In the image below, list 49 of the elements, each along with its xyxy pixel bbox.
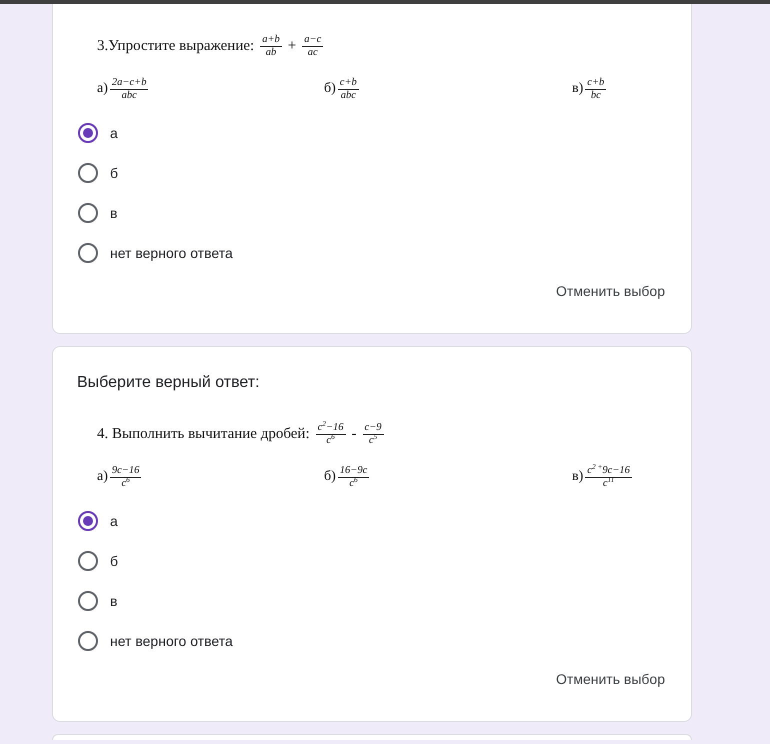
fraction-numerator: a−c bbox=[303, 34, 322, 46]
fraction-denominator: c$^{6}$ bbox=[316, 434, 346, 446]
option-label[interactable]: а bbox=[110, 511, 118, 531]
math-operator: + bbox=[288, 37, 296, 55]
fraction-denominator: c$^{6}$ bbox=[338, 476, 370, 490]
option-label[interactable]: б bbox=[110, 551, 118, 571]
fraction-denominator: abc bbox=[110, 88, 148, 102]
problem-text: 3.Упростите выражение: bbox=[97, 37, 254, 55]
option-label[interactable]: а bbox=[110, 123, 118, 143]
clear-selection-button[interactable]: Отменить выбор bbox=[548, 661, 673, 697]
radio-button[interactable] bbox=[78, 591, 98, 611]
answer-label: в) bbox=[572, 469, 584, 485]
fraction-numerator: c−9 bbox=[364, 422, 383, 434]
clear-selection-button[interactable]: Отменить выбор bbox=[548, 273, 673, 309]
radio-button[interactable] bbox=[78, 163, 98, 183]
radio-button[interactable] bbox=[78, 243, 98, 263]
fraction-denominator: ac bbox=[302, 46, 324, 58]
radio-button[interactable] bbox=[78, 123, 98, 143]
option-label[interactable]: нет верного ответа bbox=[110, 631, 233, 651]
fraction-numerator: c+b bbox=[338, 76, 358, 88]
fraction-denominator: ab bbox=[260, 46, 282, 58]
fraction-numerator: c+b bbox=[586, 76, 606, 88]
fraction-numerator: 2a−c+b bbox=[110, 76, 148, 88]
radio-button[interactable] bbox=[78, 551, 98, 571]
fraction-numerator: c$^{2 +}$9c−16 bbox=[586, 464, 631, 476]
radio-button[interactable] bbox=[78, 203, 98, 223]
fraction-denominator: c$^{5}$ bbox=[362, 434, 384, 446]
option-label[interactable]: нет верного ответа bbox=[110, 243, 233, 263]
fraction-numerator: 16−9c bbox=[338, 464, 368, 476]
math-operator: - bbox=[352, 425, 357, 443]
question-title: Выберите верный ответ: bbox=[77, 373, 261, 393]
option-label[interactable]: в bbox=[110, 591, 118, 611]
radio-button[interactable] bbox=[78, 631, 98, 651]
problem-text: 4. Выполнить вычитание дробей: bbox=[97, 425, 310, 443]
fraction-denominator: c$^{11}$ bbox=[585, 476, 632, 490]
fraction-numerator: 9c−16 bbox=[110, 464, 140, 476]
fraction-numerator: c$^{2}$−16 bbox=[316, 422, 345, 434]
fraction-denominator: abc bbox=[338, 88, 359, 102]
answer-label: а) bbox=[97, 469, 108, 485]
answer-label: а) bbox=[97, 81, 108, 97]
fraction-numerator: a+b bbox=[261, 34, 281, 46]
fraction-denominator: c$^{6}$ bbox=[110, 476, 142, 490]
answer-label: в) bbox=[572, 81, 584, 97]
answer-label: б) bbox=[324, 81, 336, 97]
option-label[interactable]: в bbox=[110, 203, 118, 223]
radio-button[interactable] bbox=[78, 511, 98, 531]
fraction-denominator: bc bbox=[585, 88, 606, 102]
option-label[interactable]: б bbox=[110, 163, 118, 183]
answer-label: б) bbox=[324, 469, 336, 485]
